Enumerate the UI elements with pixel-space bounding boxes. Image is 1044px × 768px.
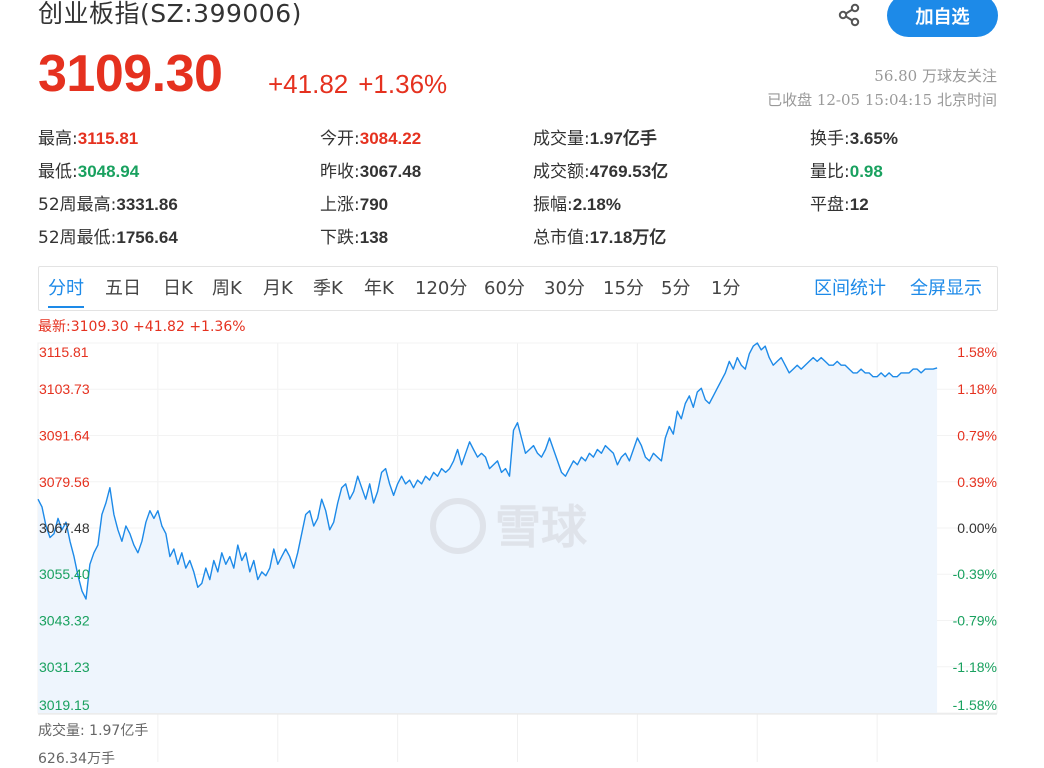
quote-stats-grid: 最高:3115.81 今开:3084.22 成交量:1.97亿手 换手:3.65% 最低… <box>38 122 998 258</box>
stat-value: 790 <box>359 195 389 214</box>
market-status: 已收盘 12-05 15:04:15 北京时间 <box>767 91 997 109</box>
volume-label: 成交量: 1.97亿手 <box>38 723 149 739</box>
y-tick-left: 3043.32 <box>39 612 90 628</box>
stat-label: 平盘: <box>810 195 850 215</box>
share-icon <box>838 3 860 27</box>
y-tick-left: 3055.40 <box>39 566 90 582</box>
tab-5[interactable]: 季K <box>313 267 343 310</box>
stat-label: 最高: <box>38 129 78 149</box>
chart-latest-quote: 最新:3109.30 +41.82 +1.36% <box>38 319 246 335</box>
stat-label: 昨收: <box>320 162 360 182</box>
y-tick-left: 3031.23 <box>39 659 90 675</box>
stat-item: 振幅:2.18% <box>533 188 621 222</box>
stat-item: 量比:0.98 <box>810 155 883 189</box>
y-tick-left: 3019.15 <box>39 697 90 713</box>
index-title: 创业板指(SZ:399006) <box>38 0 302 28</box>
y-tick-right: 0.00% <box>957 520 997 536</box>
stat-label: 52周最低: <box>38 228 117 248</box>
tab-11[interactable]: 5分 <box>661 267 690 310</box>
stat-label: 下跌: <box>320 228 360 248</box>
y-tick-right: -1.18% <box>953 659 997 675</box>
stat-item: 上涨:790 <box>320 188 388 222</box>
stat-item: 今开:3084.22 <box>320 122 421 156</box>
intraday-chart-svg: 雪球 3115.81 1.58% 3103.73 1.18% 3091.64 0.79% 30… <box>37 342 998 762</box>
stat-label: 上涨: <box>320 195 360 215</box>
interval-stats-link[interactable]: 区间统计 <box>814 267 886 310</box>
stat-value: 17.18万亿 <box>589 228 667 247</box>
stat-value: 3048.94 <box>77 162 140 181</box>
tab-4[interactable]: 月K <box>263 267 293 310</box>
y-tick-right: -0.79% <box>953 612 997 628</box>
change-percent: +1.36% <box>358 69 448 99</box>
price-change: +41.82 +1.36% <box>268 66 457 102</box>
add-to-watchlist-button[interactable]: 加自选 <box>887 0 998 37</box>
stat-item: 总市值:17.18万亿 <box>533 221 666 255</box>
y-tick-right: 1.18% <box>957 381 997 397</box>
stat-label: 今开: <box>320 129 360 149</box>
y-tick-right: -0.39% <box>953 566 997 582</box>
current-price: 3109.30 <box>38 45 223 103</box>
stat-item: 52周最高:3331.86 <box>38 188 178 222</box>
intraday-chart[interactable]: 雪球 3115.81 1.58% 3103.73 1.18% 3091.64 0.79% 30… <box>0 335 1044 762</box>
tab-3[interactable]: 周K <box>212 267 242 310</box>
tab-2[interactable]: 日K <box>163 267 193 310</box>
stat-value: 3331.86 <box>116 195 178 214</box>
tab-12[interactable]: 1分 <box>711 267 740 310</box>
y-tick-left: 3091.64 <box>39 428 90 444</box>
stat-label: 振幅: <box>533 195 573 215</box>
y-tick-left: 3103.73 <box>39 381 90 397</box>
change-amount: +41.82 <box>268 69 349 99</box>
stat-label: 52周最高: <box>38 195 117 215</box>
tab-1[interactable]: 五日 <box>105 267 141 310</box>
volume-axis-tick: 626.34万手 <box>38 751 115 767</box>
stat-label: 量比: <box>810 162 850 182</box>
stat-value: 3067.48 <box>359 162 422 181</box>
stat-label: 换手: <box>810 129 850 149</box>
stat-item: 换手:3.65% <box>810 122 898 156</box>
stat-item: 下跌:138 <box>320 221 388 255</box>
stat-value: 138 <box>359 228 389 247</box>
tab-6[interactable]: 年K <box>364 267 394 310</box>
y-tick-left: 3079.56 <box>39 474 90 490</box>
stat-item: 52周最低:1756.64 <box>38 221 178 255</box>
tab-10[interactable]: 15分 <box>603 267 644 310</box>
stat-item: 成交量:1.97亿手 <box>533 122 657 156</box>
tab-9[interactable]: 30分 <box>544 267 585 310</box>
tab-8[interactable]: 60分 <box>484 267 525 310</box>
stat-value: 3084.22 <box>359 129 422 148</box>
y-tick-left: 3115.81 <box>39 344 89 360</box>
stat-value: 4769.53亿 <box>589 162 669 181</box>
stat-value: 1756.64 <box>116 228 178 247</box>
tab-7[interactable]: 120分 <box>415 267 467 310</box>
fullscreen-link[interactable]: 全屏显示 <box>910 267 982 310</box>
stat-value: 0.98 <box>849 162 883 181</box>
y-tick-right: 0.79% <box>957 428 997 444</box>
stat-value: 12 <box>849 195 869 214</box>
followers-count: 56.80 万球友关注 <box>874 67 997 85</box>
share-button[interactable] <box>834 0 864 30</box>
stat-value: 3.65% <box>849 129 898 148</box>
tab-0[interactable]: 分时 <box>48 267 84 310</box>
stat-item: 昨收:3067.48 <box>320 155 421 189</box>
stat-item: 平盘:12 <box>810 188 869 222</box>
stat-item: 最高:3115.81 <box>38 122 138 156</box>
stat-value: 1.97亿手 <box>589 129 657 148</box>
y-tick-right: 1.58% <box>957 344 997 360</box>
stat-label: 成交量: <box>533 129 590 149</box>
y-tick-right: -1.58% <box>953 697 997 713</box>
stat-value: 2.18% <box>572 195 621 214</box>
stat-label: 最低: <box>38 162 78 182</box>
chart-period-tabs: 分时 五日 日K 周K 月K 季K 年K 120分 60分 30分 15分 5分 1分 区间统计 全屏显示 <box>38 266 998 311</box>
stat-label: 成交额: <box>533 162 590 182</box>
stat-label: 总市值: <box>533 228 590 248</box>
stat-value: 3115.81 <box>77 129 139 148</box>
stat-item: 最低:3048.94 <box>38 155 139 189</box>
y-tick-right: 0.39% <box>957 474 997 490</box>
stat-item: 成交额:4769.53亿 <box>533 155 668 189</box>
y-tick-left: 3067.48 <box>39 520 90 536</box>
watermark-text: 雪球 <box>495 500 588 554</box>
